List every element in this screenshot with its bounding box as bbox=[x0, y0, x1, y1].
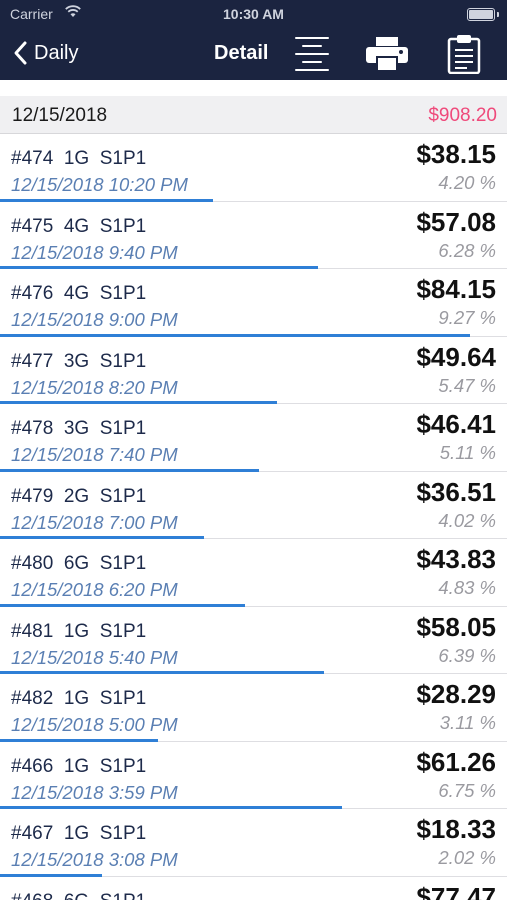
item-datetime: 12/15/2018 7:40 PM bbox=[11, 444, 178, 465]
item-datetime: 12/15/2018 5:00 PM bbox=[11, 714, 178, 735]
item-percent: 5.47 % bbox=[438, 374, 496, 396]
item-datetime: 12/15/2018 9:40 PM bbox=[11, 241, 178, 263]
clipboard-button[interactable] bbox=[444, 34, 484, 74]
item-amount: $36.51 bbox=[416, 476, 496, 507]
item-amount: $28.29 bbox=[416, 679, 496, 709]
align-center-icon bbox=[295, 37, 329, 71]
item-percent: 4.20 % bbox=[438, 172, 496, 193]
section-header: 12/15/2018 $908.20 bbox=[0, 96, 507, 134]
item-amount: $49.64 bbox=[416, 341, 496, 372]
item-datetime: 12/15/2018 6:20 PM bbox=[11, 579, 178, 600]
item-percent: 2.02 % bbox=[438, 847, 496, 868]
list-item[interactable]: #479 2G S1P1 12/15/2018 7:00 PM $36.51 4.02… bbox=[0, 472, 507, 539]
item-title: #481 1G S1P1 bbox=[11, 620, 147, 642]
item-title: #477 3G S1P1 bbox=[11, 350, 147, 372]
item-datetime: 12/15/2018 7:00 PM bbox=[11, 511, 178, 533]
item-amount: $46.41 bbox=[416, 409, 496, 439]
list-item[interactable]: #478 3G S1P1 12/15/2018 7:40 PM $46.41 5.11… bbox=[0, 404, 507, 472]
item-percent: 6.39 % bbox=[438, 644, 496, 666]
transaction-list[interactable]: #474 1G S1P1 12/15/2018 10:20 PM $38.15 4.2… bbox=[0, 134, 507, 900]
print-button[interactable] bbox=[364, 34, 410, 74]
item-percent: 6.28 % bbox=[438, 239, 496, 261]
item-amount: $84.15 bbox=[416, 274, 496, 304]
nav-row: Daily Detail bbox=[0, 30, 507, 80]
list-item[interactable]: #477 3G S1P1 12/15/2018 8:20 PM $49.64 5.47… bbox=[0, 337, 507, 404]
item-title: #476 4G S1P1 bbox=[11, 283, 147, 304]
item-title: #480 6G S1P1 bbox=[11, 553, 147, 574]
list-item[interactable]: #474 1G S1P1 12/15/2018 10:20 PM $38.15 4.2… bbox=[0, 134, 507, 202]
item-datetime: 12/15/2018 10:20 PM bbox=[11, 174, 188, 195]
section-total: $908.20 bbox=[428, 105, 497, 126]
item-title: #466 1G S1P1 bbox=[11, 755, 147, 777]
item-amount: $58.05 bbox=[416, 611, 496, 642]
item-amount: $38.15 bbox=[416, 139, 496, 169]
section-date: 12/15/2018 bbox=[12, 105, 108, 126]
item-datetime: 12/15/2018 9:00 PM bbox=[11, 309, 178, 330]
back-chevron-icon bbox=[14, 41, 27, 65]
back-button[interactable]: Daily bbox=[12, 38, 78, 68]
list-item[interactable]: #475 4G S1P1 12/15/2018 9:40 PM $57.08 6.28… bbox=[0, 202, 507, 269]
item-amount: $43.83 bbox=[416, 544, 496, 574]
item-datetime: 12/15/2018 3:59 PM bbox=[11, 781, 178, 803]
item-title: #482 1G S1P1 bbox=[11, 688, 147, 709]
item-amount: $61.26 bbox=[416, 746, 496, 777]
clipboard-icon bbox=[447, 35, 481, 74]
item-amount: $57.08 bbox=[416, 206, 496, 237]
item-title: #475 4G S1P1 bbox=[11, 215, 147, 237]
item-percent: 5.11 % bbox=[439, 442, 496, 463]
navigation-bar: Carrier 10:30 AM Daily Detail bbox=[0, 0, 507, 80]
item-title: #468 6G S1P1 bbox=[11, 891, 146, 900]
back-label: Daily bbox=[34, 41, 79, 64]
item-datetime: 12/15/2018 5:40 PM bbox=[11, 646, 178, 668]
item-datetime: 12/15/2018 3:08 PM bbox=[11, 849, 178, 870]
status-time: 10:30 AM bbox=[223, 6, 284, 22]
page-title: Detail bbox=[214, 42, 269, 64]
item-amount: $77.47 bbox=[416, 881, 496, 900]
battery-icon bbox=[467, 8, 499, 21]
item-title: #478 3G S1P1 bbox=[11, 418, 147, 439]
status-bar: Carrier 10:30 AM bbox=[0, 0, 507, 30]
item-title: #474 1G S1P1 bbox=[11, 148, 147, 169]
item-percent: 4.83 % bbox=[438, 577, 496, 598]
list-item[interactable]: #476 4G S1P1 12/15/2018 9:00 PM $84.15 9.27… bbox=[0, 269, 507, 337]
item-title: #467 1G S1P1 bbox=[11, 823, 147, 844]
list-item[interactable]: #481 1G S1P1 12/15/2018 5:40 PM $58.05 6.39… bbox=[0, 607, 507, 674]
printer-icon bbox=[366, 37, 408, 70]
item-datetime: 12/15/2018 8:20 PM bbox=[11, 376, 178, 398]
list-item[interactable]: #468 6G S1P1 $77.47 bbox=[0, 877, 507, 900]
align-button[interactable] bbox=[292, 34, 332, 74]
list-item[interactable]: #467 1G S1P1 12/15/2018 3:08 PM $18.33 2.02… bbox=[0, 809, 507, 877]
list-item[interactable]: #482 1G S1P1 12/15/2018 5:00 PM $28.29 3.11… bbox=[0, 674, 507, 742]
item-percent: 3.11 % bbox=[439, 712, 496, 733]
list-item[interactable]: #466 1G S1P1 12/15/2018 3:59 PM $61.26 6.75… bbox=[0, 742, 507, 809]
item-title: #479 2G S1P1 bbox=[11, 485, 147, 507]
item-percent: 9.27 % bbox=[438, 307, 496, 328]
item-percent: 4.02 % bbox=[438, 509, 496, 531]
item-percent: 6.75 % bbox=[438, 779, 496, 801]
item-amount: $18.33 bbox=[416, 814, 496, 844]
list-item[interactable]: #480 6G S1P1 12/15/2018 6:20 PM $43.83 4.83… bbox=[0, 539, 507, 607]
